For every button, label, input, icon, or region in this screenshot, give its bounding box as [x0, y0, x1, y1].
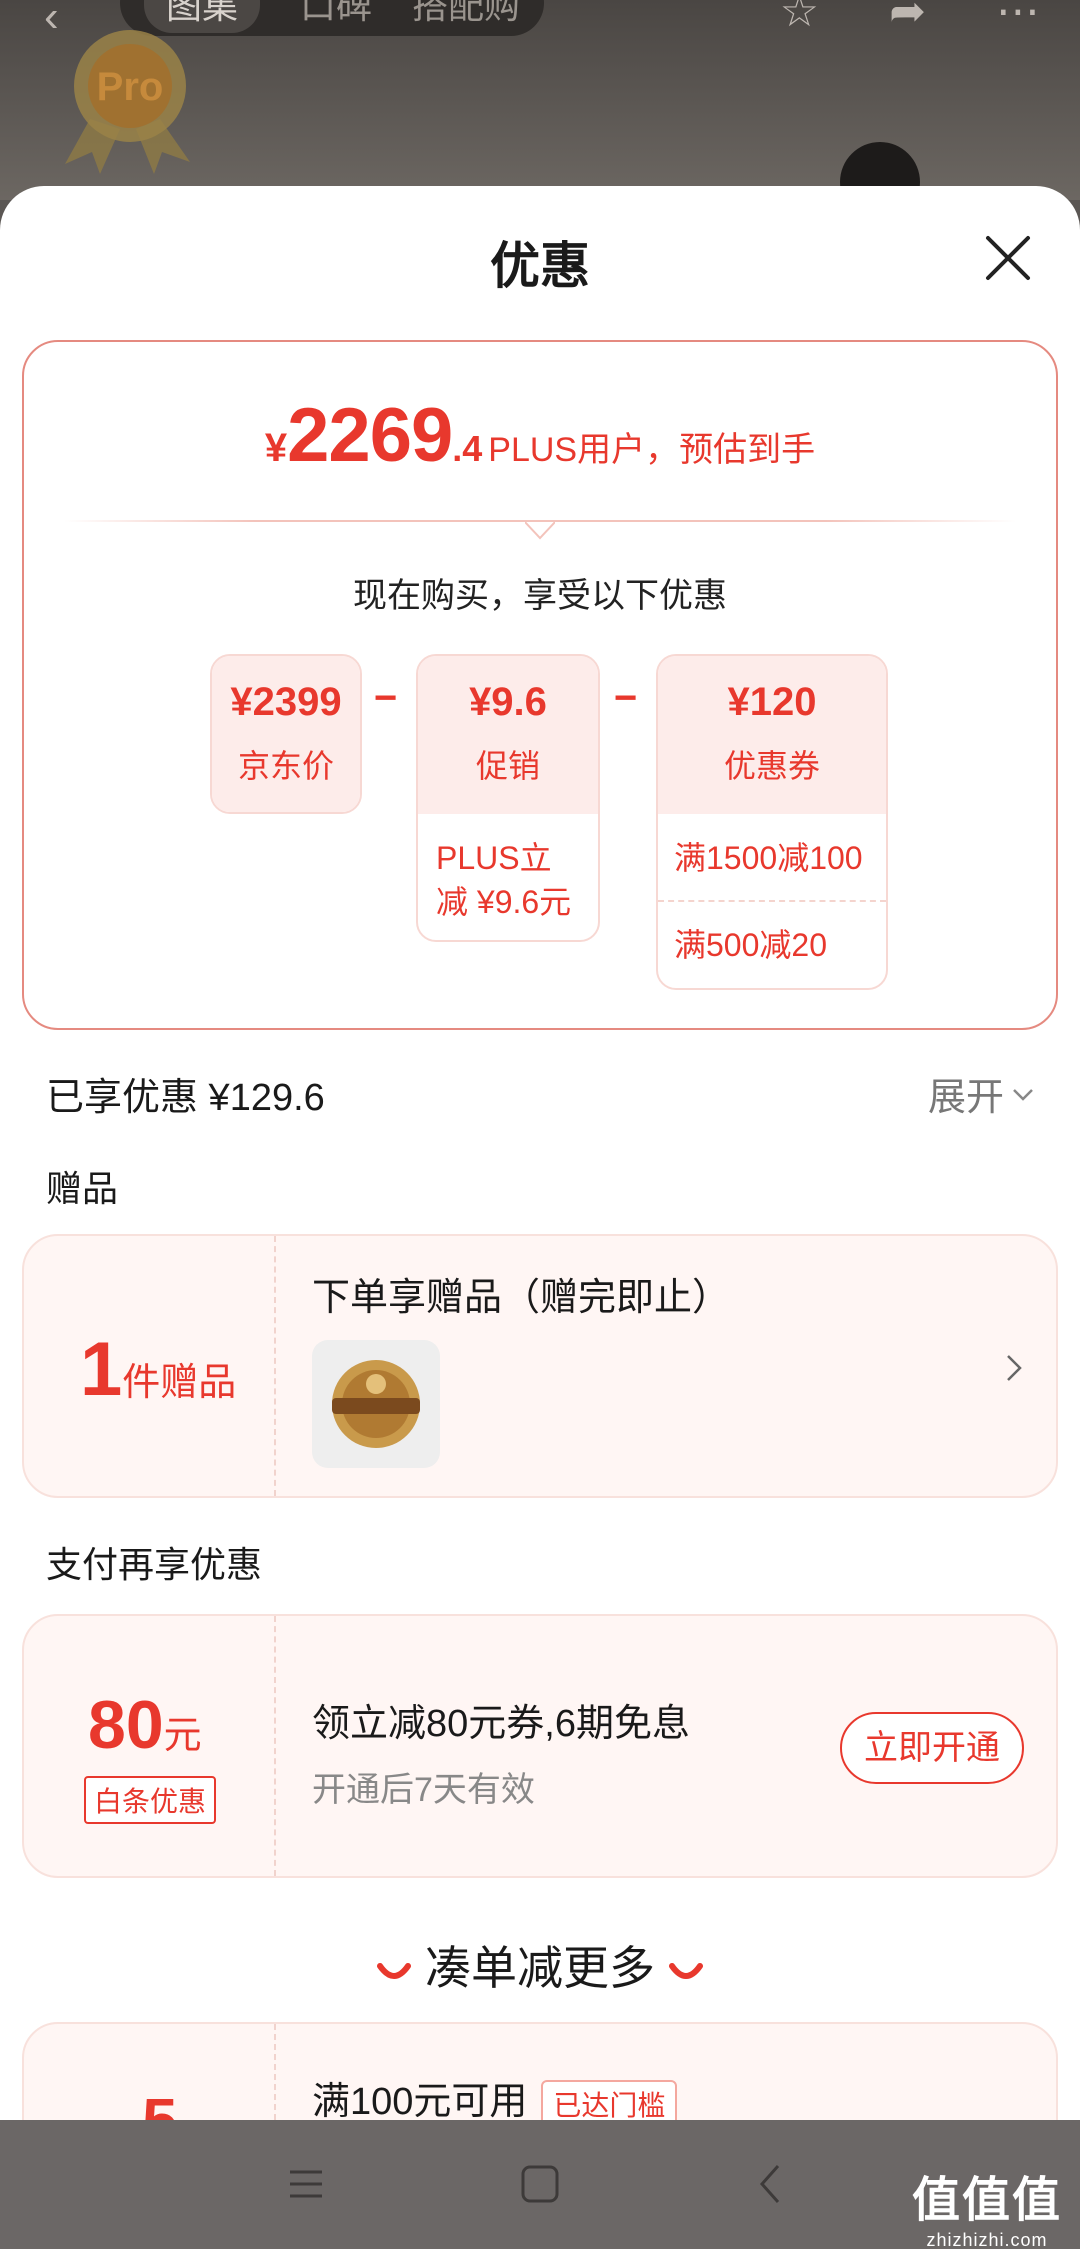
expand-label: 展开	[927, 1077, 1004, 1119]
chevron-right-icon	[1007, 1355, 1022, 1381]
gift-card[interactable]: 1件赠品 下单享赠品（赠完即止）	[22, 1234, 1058, 1498]
watermark-logo: 值值值	[911, 2174, 1062, 2227]
gift-medal-icon	[332, 1360, 420, 1448]
buy-now-text: 现在购买，享受以下优惠	[353, 577, 727, 615]
jd-price-label: 京东价	[237, 748, 334, 784]
expand-button[interactable]: 展开	[928, 1066, 1036, 1121]
bundle-coupon-amount: 5	[142, 2084, 178, 2120]
svg-text:Pro: Pro	[97, 65, 164, 109]
share-icon[interactable]: ➦	[889, 0, 926, 37]
promotion-detail: PLUS立减 ¥9.6元	[436, 840, 572, 920]
bundle-coupon-card[interactable]: 5 满100元可用已达门槛	[22, 2022, 1058, 2120]
header-actions: ☆ ➦ ⋯	[780, 0, 1040, 37]
smile-right-icon	[669, 1962, 703, 1979]
coupon-label: 优惠券	[723, 748, 820, 784]
gift-count: 1件赠品	[80, 1326, 236, 1413]
currency-symbol: ¥	[264, 426, 288, 470]
threshold-reached-badge: 已达门槛	[541, 2079, 678, 2120]
tab-reviews[interactable]: 口碑	[300, 0, 372, 29]
pay-discount-card: 80元 白条优惠 领立减80元券,6期免息 开通后7天有效 立即开通	[22, 1614, 1058, 1878]
watermark: 值值值 zhizhizhi.com	[912, 2160, 1062, 2249]
jd-price-box: ¥2399 京东价	[210, 654, 362, 814]
coupon-item: 满500减20	[674, 927, 827, 963]
promotion-box: ¥9.6 促销 PLUS立减 ¥9.6元	[416, 654, 600, 942]
gift-thumbnail	[312, 1340, 440, 1468]
back-nav-icon[interactable]	[746, 2158, 798, 2210]
baitiao-tag: 白条优惠	[84, 1776, 217, 1824]
divider-notch-icon	[525, 521, 555, 540]
pro-badge-icon: Pro	[65, 30, 190, 174]
activate-button[interactable]: 立即开通	[840, 1712, 1024, 1784]
price-decimal: .4	[452, 428, 483, 469]
gift-title: 下单享赠品（赠完即止）	[312, 1277, 731, 1319]
price-note: PLUS用户，预估到手	[488, 431, 816, 469]
pay-amount-number: 80	[88, 1687, 164, 1763]
coupon-box: ¥120 优惠券 满1500减100 满500减20	[656, 654, 888, 990]
menu-icon[interactable]	[280, 2158, 332, 2210]
jd-price-amount: ¥2399	[230, 680, 342, 724]
pay-amount: 80元	[88, 1686, 202, 1764]
estimated-price: ¥2269.4 PLUS用户，预估到手	[24, 392, 1056, 479]
promotion-amount: ¥9.6	[469, 680, 547, 724]
price-integer: 2269	[287, 393, 453, 478]
estimate-card: ¥2269.4 PLUS用户，预估到手 现在购买，享受以下优惠 ¥2399 京东价…	[22, 340, 1058, 1030]
bundle-coupon-condition: 满100元可用	[312, 2081, 528, 2120]
bundle-coupon-title: 满100元可用 已达门槛	[312, 2070, 678, 2120]
gift-count-unit: 件赠品	[122, 1362, 237, 1404]
more-discounts-title: 凑单减更多	[0, 1932, 1080, 1998]
sheet-title: 优惠	[490, 238, 590, 294]
favorite-icon[interactable]: ☆	[780, 0, 819, 37]
smile-left-icon	[377, 1962, 411, 1979]
minus-sign: −	[374, 676, 398, 720]
gifts-section-label: 赠品	[46, 1168, 119, 1209]
gift-count-number: 1	[80, 1327, 123, 1412]
pay-offer-title: 领立减80元券,6期免息	[312, 1703, 690, 1745]
more-discounts-label: 凑单减更多	[425, 1942, 655, 1994]
coupon-item: 满1500减100	[658, 814, 886, 902]
minus-sign: −	[614, 676, 638, 720]
more-icon[interactable]: ⋯	[996, 0, 1040, 37]
pay-offer-subtitle: 开通后7天有效	[312, 1771, 535, 1809]
pay-amount-unit: 元	[163, 1715, 202, 1757]
promotion-label: 促销	[475, 748, 540, 784]
enjoyed-discount: 已享优惠 ¥129.6	[46, 1077, 325, 1119]
home-icon[interactable]	[514, 2158, 566, 2210]
pay-section-label: 支付再享优惠	[46, 1544, 263, 1585]
watermark-url: zhizhizhi.com	[926, 2230, 1048, 2249]
chevron-down-icon	[1013, 1088, 1033, 1101]
discount-sheet: 优惠 ¥2269.4 PLUS用户，预估到手 现在购买，享受以下优惠 ¥2399 …	[0, 186, 1080, 2120]
close-icon[interactable]	[976, 226, 1040, 290]
tab-bundle[interactable]: 搭配购	[412, 0, 520, 29]
coupon-amount: ¥120	[727, 680, 817, 724]
